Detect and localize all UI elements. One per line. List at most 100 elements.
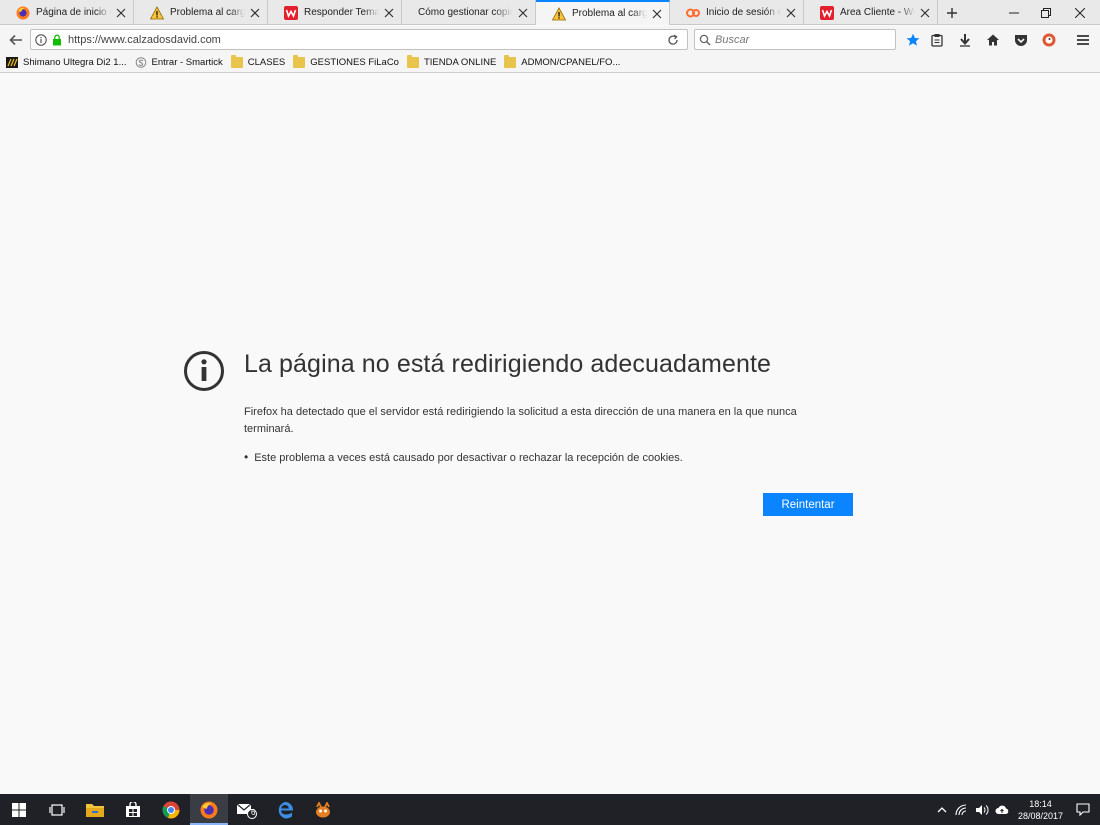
tray-volume[interactable] [973,801,991,819]
bookmark-label: Entrar - Smartick [151,57,223,68]
mail-badge: 6 [251,808,256,817]
new-tab-button[interactable] [938,0,966,25]
firefox-icon [200,801,218,818]
tab-label: Problema al cargar la [170,7,245,18]
action-center-button[interactable] [1074,801,1092,819]
store-bag-icon [126,801,140,817]
close-icon[interactable] [517,7,529,19]
reload-icon[interactable] [667,34,679,46]
cpanel-icon [686,6,700,20]
error-title: La página no está redirigiendo adecuadam… [244,350,772,378]
windows-logo-icon [12,802,26,817]
chrome-icon [162,801,180,818]
close-icon[interactable] [383,7,395,19]
close-window-button[interactable] [1062,0,1098,25]
folder-icon [293,55,306,68]
search-placeholder: Buscar [715,33,750,46]
close-icon[interactable] [651,8,663,20]
pocket-icon [1015,35,1027,46]
tray-network[interactable] [953,801,971,819]
error-description: Firefox ha detectado que el servidor est… [244,406,797,435]
minimize-button[interactable] [996,0,1032,25]
reading-list-button[interactable] [926,29,948,51]
hamburger-menu-icon [1077,35,1089,45]
close-icon[interactable] [249,7,261,19]
error-page: La página no está redirigiendo adecuadam… [0,74,1100,794]
restore-button[interactable] [1028,0,1064,25]
pocket-button[interactable] [1010,29,1032,51]
tab-2[interactable]: Problema al cargar la [134,0,268,25]
extension-button[interactable] [1038,29,1060,51]
error-hint-list: Este problema a veces está causado por d… [244,450,683,464]
home-button[interactable] [982,29,1004,51]
bike-icon [6,57,18,68]
close-icon[interactable] [115,7,127,19]
bookmark-star-button[interactable] [902,29,924,51]
bookmark-label: GESTIONES FiLaCo [310,57,399,68]
taskbar-chrome[interactable] [152,794,190,825]
clock[interactable]: 18:14 28/08/2017 [1018,798,1063,822]
bookmark-label: CLASES [247,57,286,68]
folder-icon [406,55,419,68]
tab-5-active[interactable]: Problema al cargar la [536,0,670,25]
tab-label: Responder Tema: No [304,7,379,18]
clipboard-icon [931,34,943,47]
download-arrow-icon [960,34,970,47]
retry-button[interactable]: Reintentar [763,493,853,516]
folder-icon [230,55,243,68]
url-bar[interactable]: https://www.calzadosdavid.com [30,29,688,50]
clock-date: 28/08/2017 [1017,810,1063,821]
tray-expand-button[interactable] [933,801,951,819]
wifi-icon [955,803,967,815]
downloads-button[interactable] [954,29,976,51]
bookmark-folder-clases[interactable]: CLASES [230,55,286,68]
taskbar-edge[interactable] [266,794,304,825]
taskbar-store[interactable] [114,794,152,825]
bookmark-folder-admon[interactable]: ADMON/CPANEL/FO... [504,55,621,68]
task-view-button[interactable] [38,794,76,825]
info-icon[interactable] [35,33,47,46]
tab-3[interactable]: Responder Tema: No [268,0,402,25]
start-button[interactable] [0,794,38,825]
bookmark-shimano[interactable]: Shimano Ultegra Di2 1... [6,57,127,68]
bookmark-smartick[interactable]: Entrar - Smartick [135,57,223,68]
edge-icon [278,801,294,818]
taskbar-gimp[interactable] [304,794,342,825]
duckduckgo-icon [1042,33,1056,47]
warning-icon [552,6,566,21]
bookmark-folder-gestiones[interactable]: GESTIONES FiLaCo [293,55,399,68]
star-icon [906,33,920,46]
webempresa-icon [820,5,834,20]
arrow-left-icon [9,34,22,46]
tab-4[interactable]: Cómo gestionar copias de [402,0,536,25]
minimize-icon [1009,12,1019,13]
close-icon [1075,7,1085,18]
task-view-icon [49,803,65,816]
taskbar-file-explorer[interactable] [76,794,114,825]
taskbar-firefox[interactable] [190,794,228,825]
tray-onedrive[interactable] [993,801,1011,819]
back-button[interactable] [5,29,27,51]
bookmarks-bar: Shimano Ultegra Di2 1... Entrar - Smarti… [0,53,1100,73]
bookmark-folder-tienda[interactable]: TIENDA ONLINE [406,55,497,68]
tab-7[interactable]: Área Cliente - Webem [804,0,938,25]
tab-strip: Página de inicio de M Problema al cargar… [0,0,1100,25]
lock-icon[interactable] [52,34,62,46]
taskbar-mail[interactable]: 6 [228,794,266,825]
tab-1[interactable]: Página de inicio de M [0,0,134,25]
search-icon [699,34,711,46]
plus-icon [947,7,957,18]
windows-taskbar: 6 18:14 28/08/2017 [0,794,1100,825]
close-icon[interactable] [919,7,931,19]
close-icon[interactable] [785,7,797,19]
tab-6[interactable]: Inicio de sesión de c [670,0,804,25]
chevron-up-icon [937,806,947,812]
url-text: https://www.calzadosdavid.com [68,33,221,46]
bookmark-label: TIENDA ONLINE [423,57,497,68]
bookmark-label: ADMON/CPANEL/FO... [521,57,621,68]
search-bar[interactable]: Buscar [694,29,896,50]
info-circle-icon [184,351,224,391]
menu-button[interactable] [1072,29,1094,51]
error-hint-item: Este problema a veces está causado por d… [244,450,683,464]
notification-icon [1076,803,1090,816]
